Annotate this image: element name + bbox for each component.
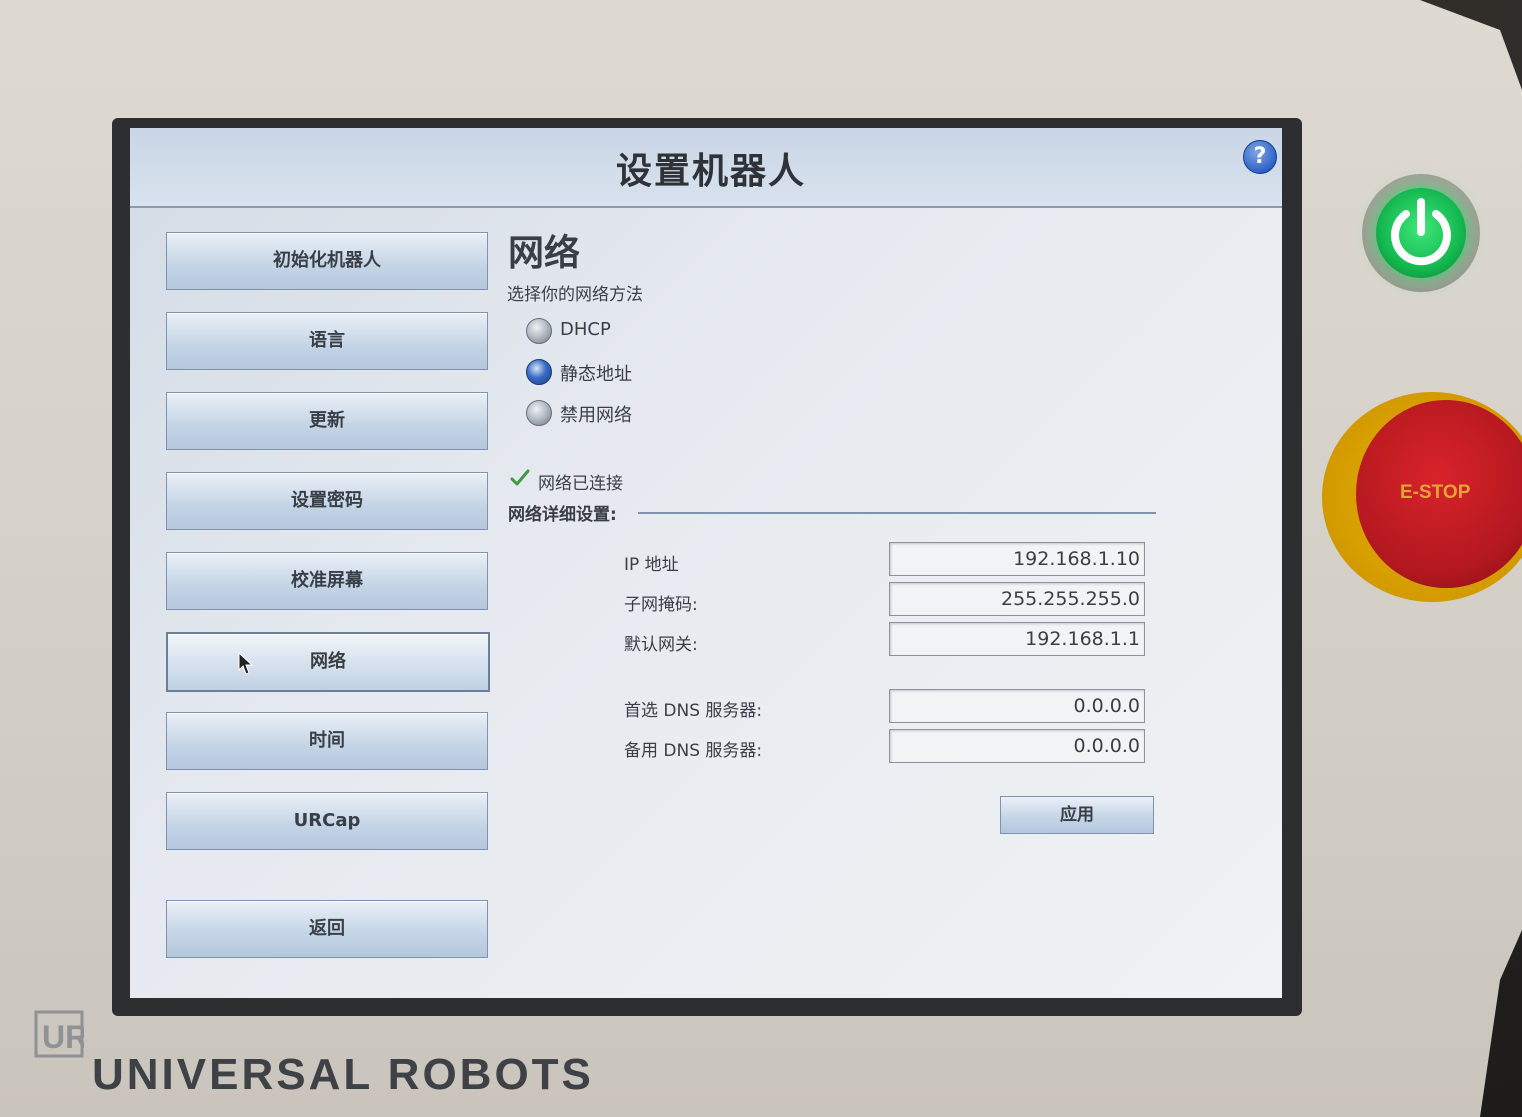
- secondary-dns-label: 备用 DNS 服务器:: [624, 741, 763, 761]
- sidebar-item-calibrate-screen[interactable]: 校准屏幕: [166, 552, 488, 610]
- svg-text:UR: UR: [42, 1019, 84, 1055]
- brand-name: UNIVERSAL ROBOTS: [92, 1050, 594, 1099]
- sidebar-item-set-password[interactable]: 设置密码: [166, 472, 488, 530]
- ur-logo-icon: UR: [34, 1010, 84, 1058]
- sidebar-item-update[interactable]: 更新: [166, 392, 488, 450]
- page-title: 设置机器人: [615, 151, 806, 192]
- touch-screen: 设置机器人 ? 初始化机器人 语言 更新 设置密码 校准屏幕 网络 时间 URC…: [130, 128, 1282, 998]
- sidebar-item-language[interactable]: 语言: [166, 312, 488, 370]
- help-icon[interactable]: ?: [1243, 140, 1277, 174]
- details-divider: [638, 512, 1156, 514]
- sidebar-item-initialize-robot[interactable]: 初始化机器人: [166, 232, 488, 290]
- primary-dns-label: 首选 DNS 服务器:: [624, 701, 763, 721]
- radio-button[interactable]: [526, 318, 552, 344]
- section-title: 网络: [508, 233, 581, 274]
- title-bar: 设置机器人 ?: [130, 128, 1282, 208]
- apply-button[interactable]: 应用: [1000, 796, 1154, 834]
- sidebar-item-network[interactable]: 网络: [166, 632, 490, 692]
- radio-label: 静态地址: [560, 364, 632, 385]
- default-gateway-field[interactable]: [889, 622, 1145, 656]
- mouse-cursor-icon: [238, 652, 254, 675]
- primary-dns-field[interactable]: [889, 689, 1145, 723]
- secondary-dns-field[interactable]: [889, 729, 1145, 763]
- subnet-mask-label: 子网掩码:: [624, 595, 698, 615]
- sidebar-item-time[interactable]: 时间: [166, 712, 488, 770]
- sidebar-item-urcap[interactable]: URCap: [166, 792, 488, 850]
- power-button-light: [1376, 188, 1466, 278]
- power-icon: [1391, 198, 1451, 266]
- subnet-mask-field[interactable]: [889, 582, 1145, 616]
- radio-button-selected[interactable]: [526, 359, 552, 385]
- back-button[interactable]: 返回: [166, 900, 488, 958]
- radio-label: DHCP: [560, 319, 611, 340]
- details-label: 网络详细设置:: [508, 505, 617, 525]
- radio-button[interactable]: [526, 400, 552, 426]
- teach-pendant: 设置机器人 ? 初始化机器人 语言 更新 设置密码 校准屏幕 网络 时间 URC…: [0, 0, 1522, 1117]
- power-button[interactable]: [1362, 174, 1480, 292]
- default-gateway-label: 默认网关:: [624, 635, 698, 655]
- estop-label: E-STOP: [1400, 482, 1471, 503]
- ip-address-label: IP 地址: [624, 555, 679, 575]
- check-icon: [510, 469, 530, 486]
- method-prompt: 选择你的网络方法: [507, 285, 643, 305]
- status-text: 网络已连接: [538, 474, 623, 494]
- radio-label: 禁用网络: [560, 405, 632, 426]
- ip-address-field[interactable]: [889, 542, 1145, 576]
